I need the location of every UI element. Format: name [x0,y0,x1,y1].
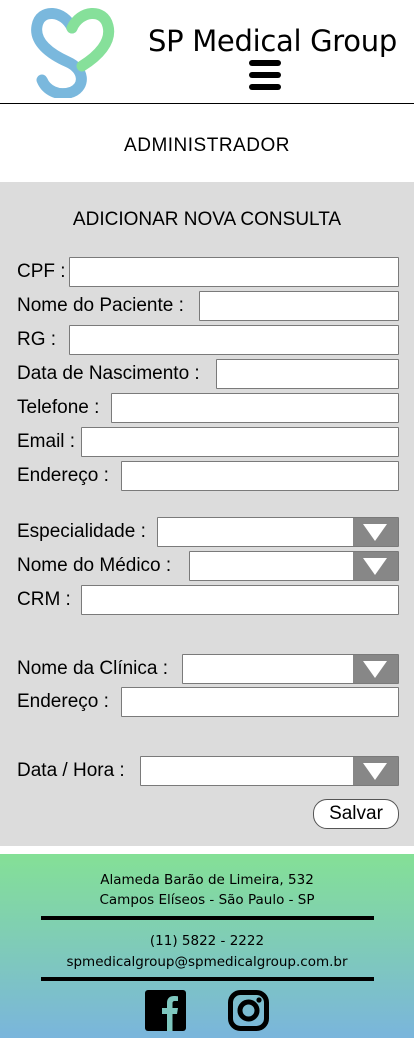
crm-input[interactable] [81,585,399,615]
datetime-row: Data / Hora : [17,756,399,786]
heart-s-logo-icon[interactable] [28,6,116,98]
clinic-address-row: Endereço : [17,687,399,717]
doctor-name-row: Nome do Médico : [17,551,399,581]
footer-email[interactable]: spmedicalgroup@spmedicalgroup.com.br [0,954,414,970]
clinic-address-label: Endereço : [17,691,109,712]
phone-row: Telefone : [17,393,399,423]
birthdate-row: Data de Nascimento : [17,359,399,389]
rg-input[interactable] [69,325,399,355]
address-line-2: Campos Elíseos - São Paulo - SP [99,892,315,908]
patient-name-row: Nome do Paciente : [17,291,399,321]
specialty-row: Especialidade : [17,517,399,547]
chevron-down-icon[interactable] [353,655,398,683]
birthdate-input[interactable] [216,359,399,389]
brand-name: SP Medical Group [148,24,397,58]
facebook-icon[interactable] [145,990,186,1031]
specialty-select[interactable] [157,517,399,547]
phone-input[interactable] [111,393,399,423]
divider [41,916,374,920]
doctor-name-select[interactable] [189,551,399,581]
cpf-input[interactable] [69,257,399,287]
form-title: ADICIONAR NOVA CONSULTA [72,209,342,230]
page-title: ADMINISTRADOR [124,135,290,156]
birthdate-label: Data de Nascimento : [17,363,200,384]
rg-row: RG : [17,325,399,355]
cpf-label: CPF : [17,261,66,282]
new-appointment-form: ADICIONAR NOVA CONSULTA CPF : Nome do Pa… [0,182,414,846]
patient-address-row: Endereço : [17,461,399,491]
cpf-row: CPF : [17,257,399,287]
clinic-name-row: Nome da Clínica : [17,654,399,684]
email-input[interactable] [81,427,399,457]
save-button[interactable]: Salvar [313,799,399,829]
site-header: SP Medical Group [0,0,414,104]
datetime-select[interactable] [140,756,399,786]
site-footer: Alameda Barão de Limeira, 532 Campos Elí… [0,854,414,1038]
datetime-label: Data / Hora : [17,760,125,781]
instagram-icon[interactable] [228,990,269,1031]
chevron-down-icon[interactable] [353,757,398,785]
rg-label: RG : [17,329,57,350]
footer-phone: (11) 5822 - 2222 [149,933,265,949]
email-row: Email : [17,427,399,457]
chevron-down-icon[interactable] [353,518,398,546]
address-line-1: Alameda Barão de Limeira, 532 [100,872,314,888]
divider [41,977,374,981]
crm-label: CRM : [17,589,71,610]
clinic-address-input[interactable] [121,687,399,717]
clinic-name-label: Nome da Clínica : [17,658,169,679]
patient-address-label: Endereço : [17,465,109,486]
email-label: Email : [17,431,76,452]
chevron-down-icon[interactable] [353,552,398,580]
crm-row: CRM : [17,585,399,615]
patient-name-label: Nome do Paciente : [17,295,184,316]
patient-name-input[interactable] [199,291,399,321]
patient-address-input[interactable] [121,461,399,491]
doctor-name-label: Nome do Médico : [17,555,172,576]
specialty-label: Especialidade : [17,521,146,542]
phone-label: Telefone : [17,397,100,418]
hamburger-menu-icon[interactable] [249,60,281,91]
clinic-name-select[interactable] [182,654,399,684]
